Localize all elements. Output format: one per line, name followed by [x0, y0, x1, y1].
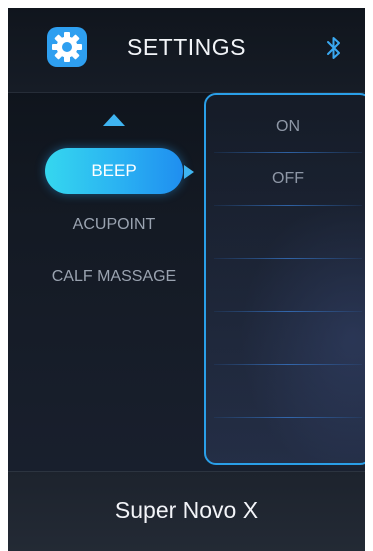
page-title: SETTINGS: [126, 34, 246, 60]
option-off[interactable]: OFF: [206, 153, 365, 205]
menu-item-calf-massage[interactable]: CALF MASSAGE: [45, 268, 183, 286]
menu-item-beep[interactable]: BEEP: [45, 148, 183, 194]
header-bar: SETTINGS: [8, 8, 365, 93]
option-divider: [214, 364, 362, 365]
option-divider: [214, 311, 362, 312]
app-screen: SETTINGS BEEP ACUPOINT CALF MASSAGE ON O…: [8, 8, 365, 551]
model-name: Super Novo X: [114, 497, 259, 523]
bluetooth-icon[interactable]: [324, 35, 344, 61]
option-divider: [214, 417, 362, 418]
options-panel: ON OFF: [204, 93, 365, 465]
option-divider: [214, 205, 362, 206]
option-on[interactable]: ON: [206, 101, 365, 153]
selection-arrow-icon: [184, 165, 194, 179]
scroll-up-arrow[interactable]: [103, 114, 125, 126]
footer-bar: Super Novo X: [8, 471, 365, 551]
menu-item-acupoint[interactable]: ACUPOINT: [45, 216, 183, 234]
option-divider: [214, 258, 362, 259]
